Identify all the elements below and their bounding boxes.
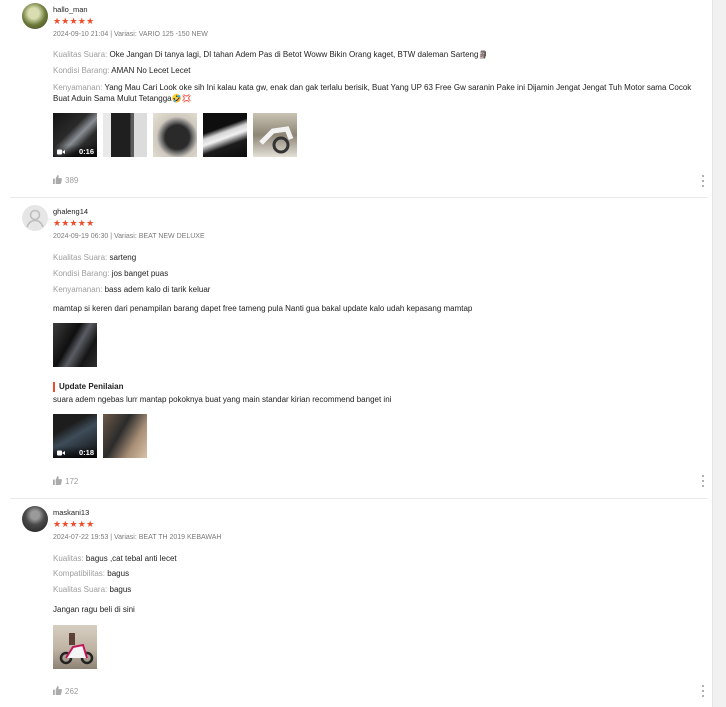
review-meta: 2024-09-19 06:30 | Variasi: BEAT NEW DEL… [53, 233, 205, 240]
attribute-key: Kualitas Suara: [53, 50, 108, 59]
attribute-value: Yang Mau Cari Look oke sih Ini kalau kat… [53, 83, 692, 103]
rating-stars: ★★★★★ [53, 218, 95, 228]
attribute-value: sarteng [109, 253, 137, 262]
attribute-row: Kompatibilitas: bagus [53, 569, 129, 579]
review-image-thumbnail[interactable] [103, 414, 147, 458]
review-username: hallo_man [53, 5, 88, 14]
avatar[interactable] [22, 3, 48, 29]
review-username: maskani13 [53, 508, 90, 517]
review-media [53, 625, 97, 669]
more-options-button[interactable] [699, 475, 707, 487]
more-options-button[interactable] [699, 685, 707, 697]
attribute-value: jos banget puas [111, 269, 169, 278]
thumbs-up-icon [53, 686, 62, 697]
attribute-value: bagus [107, 569, 130, 578]
attribute-row: Kenyamanan: bass adem kalo di tarik kelu… [53, 285, 210, 295]
attribute-key: Kondisi Barang: [53, 66, 110, 75]
review-video-thumbnail[interactable]: 0:16 [53, 113, 97, 157]
attribute-key: Kompatibilitas: [53, 569, 106, 578]
video-duration: 0:18 [78, 447, 94, 457]
review-media: 0:16 [53, 113, 297, 157]
more-vertical-icon [702, 175, 704, 177]
attribute-row: Kualitas: bagus ,cat tebal anti lecet [53, 554, 177, 564]
review-username: ghaleng14 [53, 207, 89, 216]
more-vertical-icon [702, 685, 704, 687]
review-comment: Jangan ragu beli di sini [53, 605, 135, 614]
review-divider [10, 498, 707, 499]
video-camera-icon [57, 449, 65, 456]
more-vertical-icon [702, 475, 704, 477]
like-button[interactable]: 262 [53, 686, 78, 697]
attribute-row: Kenyamanan: Yang Mau Cari Look oke sih I… [53, 82, 703, 104]
attribute-key: Kondisi Barang: [53, 269, 110, 278]
attribute-row: Kondisi Barang: AMAN No Lecet Lecet [53, 66, 190, 76]
review-meta: 2024-09-10 21:04 | Variasi: VARIO 125 -1… [53, 31, 208, 38]
update-review-label: Update Penilaian [53, 382, 123, 392]
rating-stars: ★★★★★ [53, 519, 95, 529]
review-divider [10, 197, 707, 198]
review-media [53, 323, 97, 367]
attribute-value: AMAN No Lecet Lecet [111, 66, 191, 75]
thumbs-up-icon [53, 175, 62, 186]
avatar[interactable] [22, 506, 48, 532]
attribute-row: Kondisi Barang: jos banget puas [53, 269, 168, 279]
like-button[interactable]: 172 [53, 476, 78, 487]
review-item: ghaleng14 ★★★★★ 2024-09-19 06:30 | Varia… [22, 205, 707, 495]
attribute-value: bagus [109, 585, 132, 594]
attribute-key: Kualitas: [53, 554, 84, 563]
review-video-thumbnail[interactable]: 0:18 [53, 414, 97, 458]
attribute-value: bagus ,cat tebal anti lecet [85, 554, 177, 563]
review-image-thumbnail[interactable] [253, 113, 297, 157]
review-comment: mamtap si keren dari penampilan barang d… [53, 304, 473, 313]
review-image-thumbnail[interactable] [103, 113, 147, 157]
default-user-icon [26, 209, 44, 228]
attribute-value: bass adem kalo di tarik keluar [104, 285, 211, 294]
like-button[interactable]: 389 [53, 175, 78, 186]
review-image-thumbnail[interactable] [53, 625, 97, 669]
video-camera-icon [57, 148, 65, 155]
page-scrollbar[interactable] [712, 0, 726, 707]
like-count: 262 [65, 687, 79, 696]
attribute-row: Kualitas Suara: sarteng [53, 253, 136, 263]
attribute-key: Kualitas Suara: [53, 585, 108, 594]
review-item: maskani13 ★★★★★ 2024-07-22 19:53 | Varia… [22, 506, 707, 706]
video-duration: 0:16 [78, 146, 94, 156]
attribute-row: Kualitas Suara: bagus [53, 585, 131, 595]
attribute-key: Kenyamanan: [53, 285, 103, 294]
review-item: hallo_man ★★★★★ 2024-09-10 21:04 | Varia… [22, 3, 707, 196]
attribute-row: Kualitas Suara: Oke Jangan Di tanya lagi… [53, 50, 488, 60]
rating-stars: ★★★★★ [53, 16, 95, 26]
review-image-thumbnail[interactable] [203, 113, 247, 157]
more-options-button[interactable] [699, 175, 707, 187]
attribute-key: Kualitas Suara: [53, 253, 108, 262]
like-count: 172 [65, 477, 79, 486]
like-count: 389 [65, 176, 79, 185]
attribute-key: Kenyamanan: [53, 83, 103, 92]
thumbs-up-icon [53, 476, 62, 487]
attribute-value: Oke Jangan Di tanya lagi, DI tahan Adem … [109, 50, 489, 59]
update-review-text: suara adem ngebas lurr mantap pokoknya b… [53, 395, 392, 404]
update-review-media: 0:18 [53, 414, 147, 458]
review-image-thumbnail[interactable] [153, 113, 197, 157]
review-meta: 2024-07-22 19:53 | Variasi: BEAT TH 2019… [53, 534, 222, 541]
avatar[interactable] [22, 205, 48, 231]
review-image-thumbnail[interactable] [53, 323, 97, 367]
